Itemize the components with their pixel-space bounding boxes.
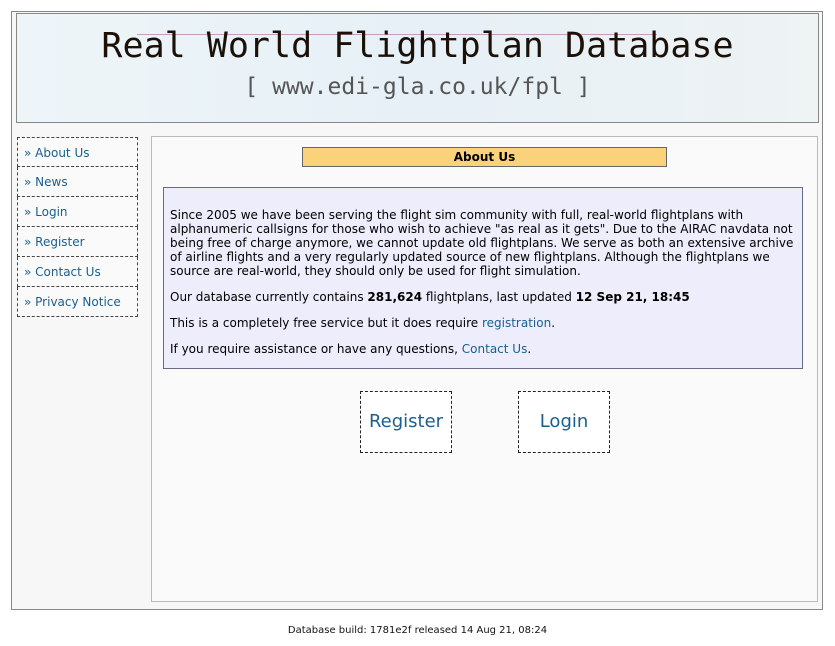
sidebar: » About Us » News » Login » Register » C… — [17, 137, 138, 317]
main-content: About Us Since 2005 we have been serving… — [151, 136, 818, 602]
login-button[interactable]: Login — [518, 391, 610, 453]
info-box: Since 2005 we have been serving the flig… — [163, 187, 803, 369]
free-prefix: This is a completely free service but it… — [170, 316, 482, 330]
free-text: This is a completely free service but it… — [170, 316, 796, 330]
stats-text: Our database currently contains 281,624 … — [170, 290, 796, 304]
sidebar-item-label: Login — [35, 205, 68, 219]
sidebar-item-label: Privacy Notice — [35, 295, 121, 309]
header-banner: Real World Flightplan Database [ www.edi… — [16, 13, 819, 123]
intro-text: Since 2005 we have been serving the flig… — [170, 208, 794, 278]
sidebar-item-label: Contact Us — [35, 265, 101, 279]
sidebar-item-contact-us[interactable]: » Contact Us — [17, 257, 138, 287]
footer-build-info: Database build: 1781e2f released 14 Aug … — [287, 625, 548, 636]
sidebar-item-privacy-notice[interactable]: » Privacy Notice — [17, 287, 138, 317]
registration-link[interactable]: registration — [482, 316, 551, 330]
sidebar-item-about-us[interactable]: » About Us — [17, 137, 138, 167]
sidebar-item-label: Register — [35, 235, 85, 249]
contact-link[interactable]: Contact Us — [462, 342, 528, 356]
punct: . — [551, 316, 556, 330]
sidebar-item-label: About Us — [35, 146, 90, 160]
sidebar-item-login[interactable]: » Login — [17, 197, 138, 227]
site-url: [ www.edi-gla.co.uk/fpl ] — [244, 74, 591, 100]
sidebar-item-register[interactable]: » Register — [17, 227, 138, 257]
help-prefix: If you require assistance or have any qu… — [170, 342, 462, 356]
sidebar-item-news[interactable]: » News — [17, 167, 138, 197]
site-title: Real World Flightplan Database — [101, 26, 734, 66]
section-title: About Us — [302, 147, 667, 167]
flightplan-count: 281,624 — [367, 290, 423, 304]
register-button[interactable]: Register — [360, 391, 452, 453]
punct: . — [527, 342, 532, 356]
stats-prefix: Our database currently contains — [170, 290, 368, 304]
help-text: If you require assistance or have any qu… — [170, 342, 796, 356]
stats-mid: flightplans, last updated — [422, 290, 576, 304]
sidebar-item-label: News — [35, 175, 68, 189]
last-updated: 12 Sep 21, 18:45 — [575, 290, 690, 304]
